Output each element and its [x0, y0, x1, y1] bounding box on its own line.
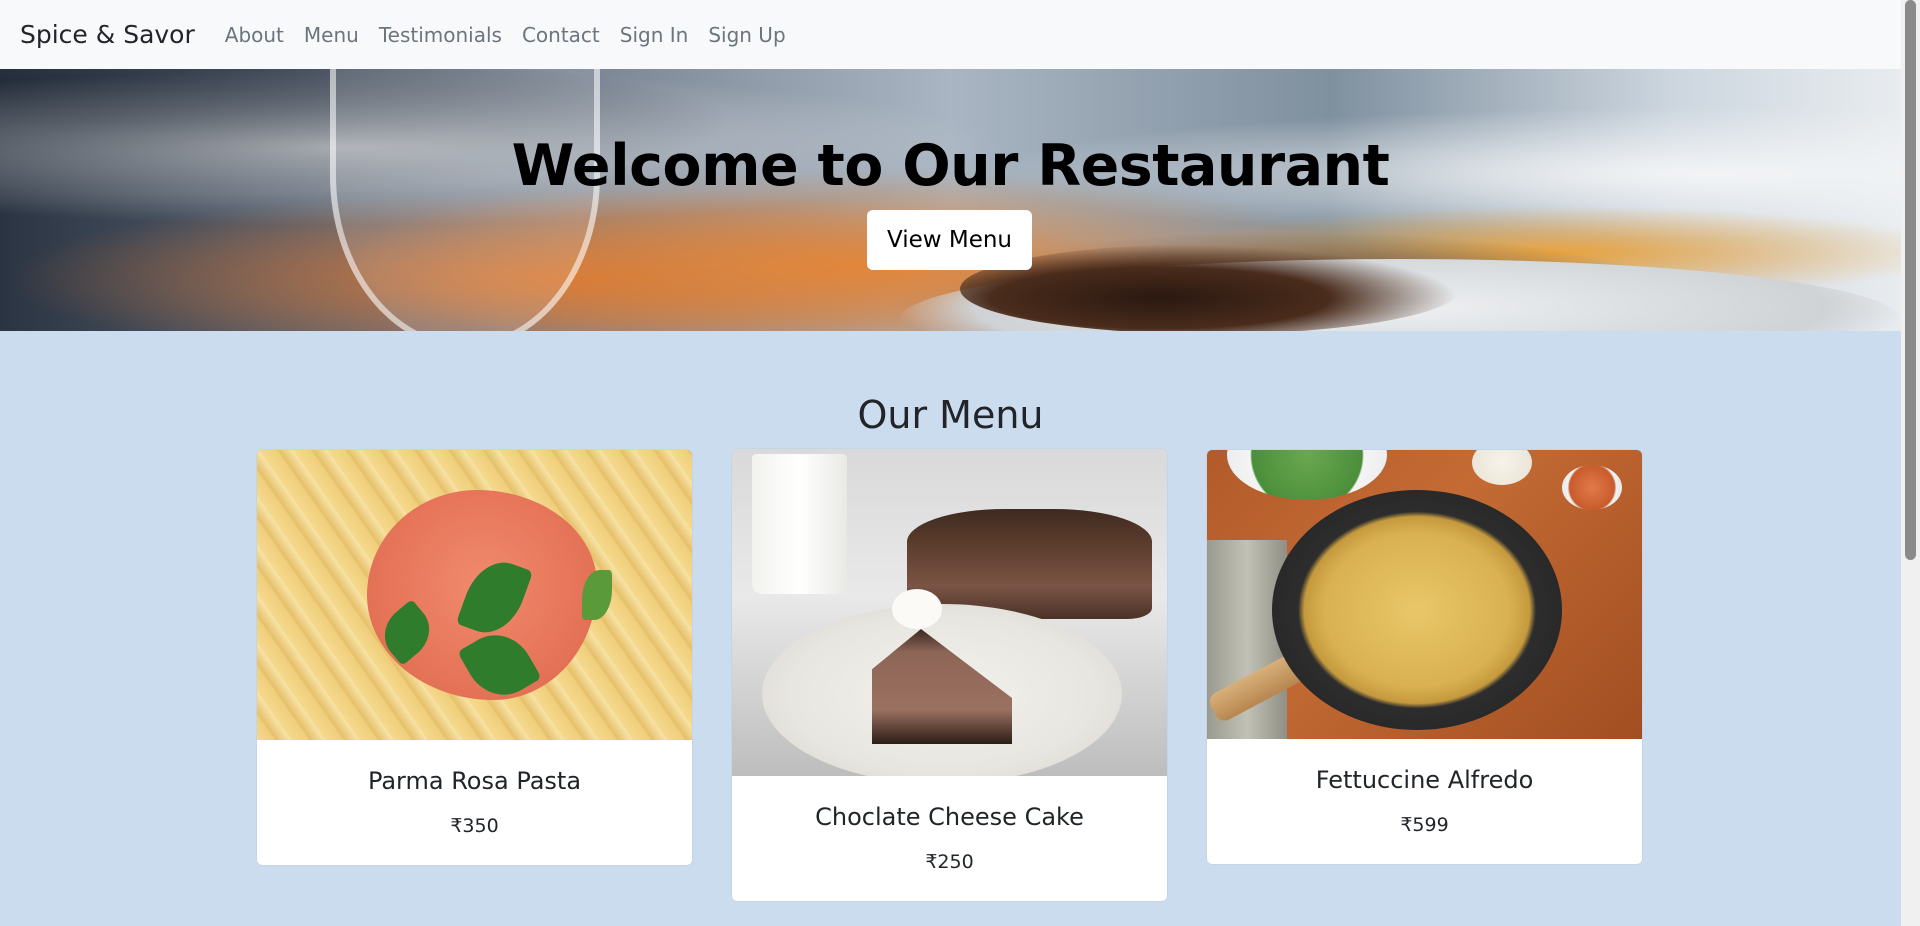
wine-glass-image — [330, 69, 600, 331]
nav-link-sign-in[interactable]: Sign In — [620, 23, 689, 47]
page-scrollbar[interactable] — [1901, 0, 1920, 926]
nav-link-contact[interactable]: Contact — [522, 23, 600, 47]
menu-item-name: Parma Rosa Pasta — [367, 767, 582, 795]
menu-card-parma-rosa[interactable]: Parma Rosa Pasta ₹350 — [257, 450, 692, 865]
menu-item-price: ₹350 — [450, 815, 499, 837]
hero-banner — [0, 69, 1901, 331]
menu-item-price: ₹599 — [1400, 814, 1449, 836]
nav-link-sign-up[interactable]: Sign Up — [708, 23, 785, 47]
hero-title: Welcome to Our Restaurant — [511, 133, 1390, 199]
parma-rosa-pasta-image — [257, 450, 692, 740]
menu-item-price: ₹250 — [925, 851, 974, 873]
scrollbar-thumb[interactable] — [1905, 0, 1916, 560]
menu-item-name: Fettuccine Alfredo — [1315, 766, 1534, 794]
view-menu-button[interactable]: View Menu — [867, 210, 1032, 270]
chocolate-cheese-cake-image — [732, 449, 1167, 776]
menu-card-fettuccine[interactable]: Fettuccine Alfredo ₹599 — [1207, 450, 1642, 864]
brand-logo[interactable]: Spice & Savor — [20, 20, 195, 49]
nav-link-testimonials[interactable]: Testimonials — [379, 23, 502, 47]
navbar: Spice & Savor About Menu Testimonials Co… — [0, 0, 1901, 69]
dish-image — [960, 244, 1460, 331]
nav-link-menu[interactable]: Menu — [304, 23, 359, 47]
nav-link-about[interactable]: About — [225, 23, 284, 47]
menu-section-title: Our Menu — [857, 393, 1044, 437]
menu-item-name: Choclate Cheese Cake — [815, 803, 1084, 831]
fettuccine-alfredo-image — [1207, 450, 1642, 739]
menu-card-cheese-cake[interactable]: Choclate Cheese Cake ₹250 — [732, 449, 1167, 901]
